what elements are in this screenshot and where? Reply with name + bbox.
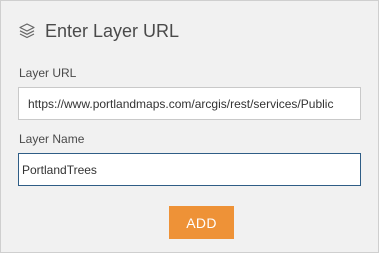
layer-url-label: Layer URL <box>19 66 77 80</box>
layer-url-input[interactable] <box>18 87 361 120</box>
panel-title: Enter Layer URL <box>45 20 180 41</box>
layer-name-label: Layer Name <box>19 132 85 146</box>
layer-name-input[interactable] <box>18 153 361 186</box>
add-button[interactable]: ADD <box>169 206 234 239</box>
panel-header: Enter Layer URL <box>18 19 179 43</box>
enter-layer-url-panel: Enter Layer URL Layer URL Layer Name ADD <box>0 0 379 253</box>
layers-icon <box>18 22 36 40</box>
